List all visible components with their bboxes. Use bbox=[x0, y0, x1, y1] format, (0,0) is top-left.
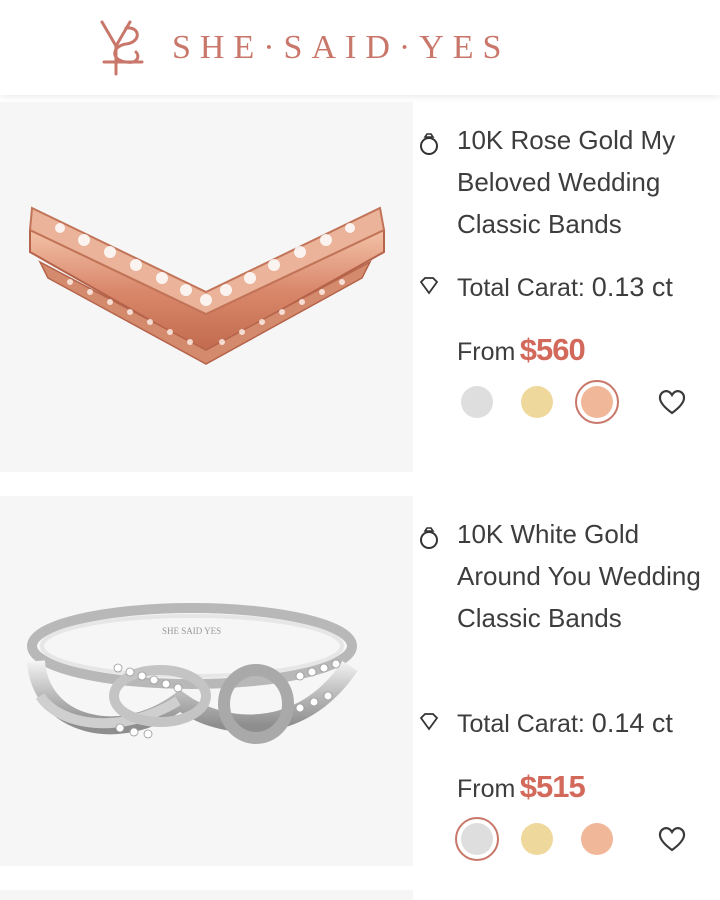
carat-label: Total Carat: bbox=[457, 710, 585, 738]
total-carat: Total Carat: 0.14 ct bbox=[457, 708, 673, 739]
product-card[interactable]: 10K Rose Gold My Beloved Wedding Classic… bbox=[0, 102, 720, 472]
product-title[interactable]: 10K Rose Gold My Beloved Wedding Classic… bbox=[457, 119, 707, 245]
total-carat: Total Carat: 0.13 ct bbox=[457, 272, 673, 303]
price-row: From $515 bbox=[457, 769, 586, 805]
price: $560 bbox=[519, 332, 586, 367]
ring-icon bbox=[420, 133, 438, 155]
rose-gold-ring-image bbox=[28, 206, 386, 365]
carat-value: 0.14 ct bbox=[591, 708, 673, 738]
price: $515 bbox=[519, 769, 586, 804]
price-row: From $560 bbox=[457, 332, 586, 368]
heart-icon[interactable] bbox=[657, 825, 687, 853]
from-label: From bbox=[457, 775, 516, 803]
product-card[interactable]: SHE SAID YES 10K White Gold Around You W… bbox=[0, 496, 720, 866]
from-label: From bbox=[457, 338, 516, 366]
product-image[interactable] bbox=[0, 890, 413, 900]
carat-value: 0.13 ct bbox=[591, 272, 673, 302]
diamond-icon bbox=[419, 277, 439, 295]
swatch-yellow-gold[interactable] bbox=[521, 386, 553, 418]
product-info: 10K White Gold Around You Wedding Classi… bbox=[414, 496, 720, 866]
swatch-rose-gold[interactable] bbox=[581, 823, 613, 855]
diamond-icon bbox=[419, 713, 439, 731]
product-card[interactable] bbox=[0, 890, 720, 900]
swatch-rose-gold[interactable] bbox=[575, 380, 619, 424]
site-header: SHE·SAID·YES bbox=[0, 0, 720, 95]
logo-icon[interactable] bbox=[96, 18, 148, 76]
product-image[interactable]: SHE SAID YES bbox=[0, 496, 413, 866]
swatch-white-gold[interactable] bbox=[461, 386, 493, 418]
product-info: 10K Rose Gold My Beloved Wedding Classic… bbox=[414, 102, 720, 472]
heart-icon[interactable] bbox=[657, 388, 687, 416]
swatch-white-gold[interactable] bbox=[455, 817, 499, 861]
swatch-yellow-gold[interactable] bbox=[521, 823, 553, 855]
brand-logo-text[interactable]: SHE·SAID·YES bbox=[172, 28, 510, 68]
product-title[interactable]: 10K White Gold Around You Wedding Classi… bbox=[457, 513, 707, 639]
white-gold-ring-image: SHE SAID YES bbox=[27, 603, 358, 744]
product-image[interactable] bbox=[0, 102, 413, 472]
carat-label: Total Carat: bbox=[457, 274, 585, 302]
ring-icon bbox=[420, 527, 438, 549]
svg-text:SHE SAID YES: SHE SAID YES bbox=[162, 626, 221, 636]
